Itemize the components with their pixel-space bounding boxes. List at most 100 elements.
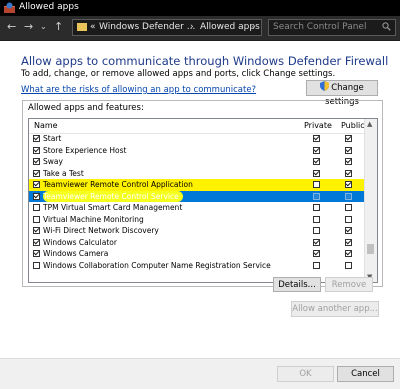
enable-checkbox[interactable]: [33, 146, 40, 154]
app-name: Start: [43, 134, 62, 143]
public-checkbox[interactable]: [345, 227, 352, 234]
uac-shield-icon: [320, 81, 330, 91]
public-checkbox[interactable]: [345, 215, 352, 223]
forward-arrow-icon[interactable]: →: [24, 19, 33, 35]
scrollbar-thumb[interactable]: [367, 244, 374, 254]
breadcrumb-windows-defender[interactable]: Windows Defender ...: [99, 22, 195, 32]
vertical-scrollbar[interactable]: ▲ ▼: [364, 119, 377, 282]
change-settings-button[interactable]: Change settings: [306, 80, 378, 107]
list-item[interactable]: Windows Collaboration Computer Name Regi…: [29, 260, 365, 272]
main-content: Allow apps to communicate through Window…: [0, 41, 400, 389]
page-title: Allow apps to communicate through Window…: [21, 54, 389, 68]
private-checkbox[interactable]: [313, 261, 320, 269]
app-name: Windows Calculator: [43, 237, 117, 247]
private-checkbox[interactable]: [313, 158, 320, 165]
list-rows: Start Store Experience Host Sway Take a Tes…: [29, 133, 365, 271]
public-checkbox[interactable]: [345, 204, 352, 211]
breadcrumb-separator: ›: [190, 22, 194, 32]
enable-checkbox[interactable]: [33, 192, 40, 200]
private-checkbox[interactable]: [313, 135, 320, 142]
public-checkbox[interactable]: [345, 250, 352, 257]
private-checkbox[interactable]: [313, 204, 320, 211]
public-checkbox[interactable]: [345, 192, 352, 200]
list-item[interactable]: Wi-Fi Direct Network Discovery: [29, 225, 365, 237]
private-checkbox[interactable]: [313, 227, 320, 234]
list-item[interactable]: Store Experience Host: [29, 145, 365, 157]
enable-checkbox[interactable]: [33, 181, 40, 188]
cancel-button[interactable]: Cancel: [337, 366, 394, 382]
public-checkbox[interactable]: [345, 135, 352, 142]
private-checkbox[interactable]: [313, 215, 320, 223]
public-checkbox[interactable]: [345, 146, 352, 154]
app-name: Teamviewer Remote Control Application: [43, 180, 193, 189]
title-bar: Allowed apps: [0, 0, 400, 16]
remove-button[interactable]: Remove: [325, 277, 373, 292]
scroll-up-icon[interactable]: ▲: [367, 120, 372, 128]
private-checkbox[interactable]: [313, 250, 320, 257]
instructions-text: To add, change, or remove allowed apps a…: [21, 69, 336, 79]
window-title: Allowed apps: [19, 2, 79, 12]
public-checkbox[interactable]: [345, 238, 352, 246]
navigation-bar: ← → ⌄ ↑ « Windows Defender ... › Allowed…: [0, 16, 400, 40]
enable-checkbox[interactable]: [33, 204, 40, 211]
app-name: Teamviewer Remote Control Service: [43, 191, 179, 201]
private-checkbox[interactable]: [313, 146, 320, 154]
app-name: Virtual Machine Monitoring: [43, 214, 144, 224]
public-checkbox[interactable]: [345, 158, 352, 165]
list-item[interactable]: Virtual Machine Monitoring: [29, 214, 365, 226]
list-item[interactable]: Teamviewer Remote Control Service: [29, 190, 365, 202]
search-box[interactable]: Search Control Panel: [268, 19, 396, 36]
column-name[interactable]: Name: [34, 121, 58, 130]
allowed-apps-list[interactable]: Name Private Public Start Store Experienc…: [28, 118, 378, 283]
app-name: Windows Camera: [43, 249, 109, 258]
enable-checkbox[interactable]: [33, 250, 40, 257]
enable-checkbox[interactable]: [33, 215, 40, 223]
search-icon[interactable]: [382, 22, 391, 31]
public-checkbox[interactable]: [345, 261, 352, 269]
list-item[interactable]: Windows Camera: [29, 248, 365, 260]
private-checkbox[interactable]: [313, 181, 320, 188]
list-item[interactable]: Teamviewer Remote Control Application: [29, 179, 365, 191]
address-dropdown-icon[interactable]: ⌄: [250, 21, 257, 30]
recent-locations-dropdown-icon[interactable]: ⌄: [40, 19, 47, 35]
allowed-apps-group: Allowed apps and features: Name Private …: [22, 100, 383, 287]
enable-checkbox[interactable]: [33, 135, 40, 142]
list-item[interactable]: Sway: [29, 156, 365, 168]
ok-button[interactable]: OK: [277, 366, 334, 382]
firewall-icon: [4, 2, 15, 13]
list-item[interactable]: Windows Calculator: [29, 237, 365, 249]
dialog-footer: OK Cancel: [0, 358, 400, 389]
up-arrow-icon[interactable]: ↑: [54, 19, 63, 35]
enable-checkbox[interactable]: [33, 227, 40, 234]
public-checkbox[interactable]: [345, 169, 352, 177]
app-name: TPM Virtual Smart Card Management: [43, 203, 183, 212]
enable-checkbox[interactable]: [33, 261, 40, 269]
column-private[interactable]: Private: [304, 121, 332, 130]
private-checkbox[interactable]: [313, 192, 320, 200]
address-overflow[interactable]: «: [90, 22, 96, 32]
search-input[interactable]: Search Control Panel: [273, 22, 366, 32]
list-header: Name Private Public: [29, 119, 365, 134]
public-checkbox[interactable]: [345, 181, 352, 188]
app-name: Store Experience Host: [43, 145, 127, 155]
group-title: Allowed apps and features:: [28, 103, 144, 113]
app-name: Wi-Fi Direct Network Discovery: [43, 226, 159, 235]
details-button[interactable]: Details...: [273, 277, 321, 292]
list-item[interactable]: Start: [29, 133, 365, 145]
folder-icon: [77, 23, 87, 31]
app-name: Take a Test: [43, 168, 84, 178]
private-checkbox[interactable]: [313, 238, 320, 246]
allow-another-app-button[interactable]: Allow another app...: [291, 301, 379, 317]
enable-checkbox[interactable]: [33, 169, 40, 177]
app-name: Windows Collaboration Computer Name Regi…: [43, 260, 271, 270]
address-bar[interactable]: « Windows Defender ... › Allowed apps ⌄: [72, 19, 262, 36]
back-arrow-icon[interactable]: ←: [7, 19, 16, 35]
column-public[interactable]: Public: [341, 121, 365, 130]
risks-link[interactable]: What are the risks of allowing an app to…: [21, 85, 256, 95]
list-item[interactable]: Take a Test: [29, 168, 365, 180]
app-name: Sway: [43, 157, 63, 166]
enable-checkbox[interactable]: [33, 158, 40, 165]
list-item[interactable]: TPM Virtual Smart Card Management: [29, 202, 365, 214]
private-checkbox[interactable]: [313, 169, 320, 177]
enable-checkbox[interactable]: [33, 238, 40, 246]
